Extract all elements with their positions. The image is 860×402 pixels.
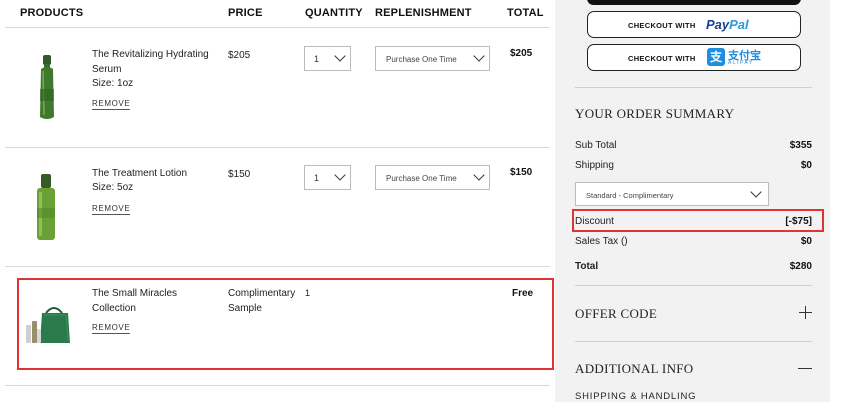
replenishment-select[interactable]: Purchase One Time (375, 165, 490, 190)
header-replenishment: REPLENISHMENT (375, 7, 472, 19)
product-size: Size: 1oz (92, 78, 134, 89)
shipping-handling-heading[interactable]: SHIPPING & HANDLING (575, 391, 696, 402)
divider (5, 27, 550, 28)
divider (575, 285, 812, 286)
minus-icon[interactable] (798, 368, 812, 370)
shipping-value: $0 (800, 160, 812, 171)
replenishment-select[interactable]: Purchase One Time (375, 46, 490, 71)
additional-info-title: ADDITIONAL INFO (575, 361, 694, 376)
sales-tax-value: $0 (800, 236, 812, 247)
header-total: TOTAL (507, 7, 544, 19)
divider (575, 87, 812, 88)
shipping-method-select[interactable]: Standard - Complimentary (575, 182, 769, 206)
total-label: Total (575, 261, 599, 272)
order-summary-title: YOUR ORDER SUMMARY (575, 106, 735, 121)
paypal-logo: PayPal (706, 17, 749, 32)
sales-tax-label: Sales Tax () (575, 236, 628, 247)
alipay-button-label: CHECKOUT WITH (628, 54, 696, 63)
replenishment-value: Purchase One Time (386, 174, 457, 183)
header-products: PRODUCTS (20, 7, 84, 19)
order-summary-panel: CHECKOUT WITH PayPal CHECKOUT WITH 支 支付宝… (555, 0, 830, 402)
header-price: PRICE (228, 7, 263, 19)
subtotal-value: $355 (789, 140, 812, 151)
alipay-checkout-button[interactable]: CHECKOUT WITH 支 支付宝 ALIPAY (587, 44, 801, 71)
divider (5, 147, 550, 148)
divider (5, 385, 550, 386)
paypal-button-label: CHECKOUT WITH (628, 21, 696, 30)
replenishment-value: Purchase One Time (386, 55, 457, 64)
chevron-down-icon (473, 50, 485, 62)
discount-highlight-box (572, 209, 824, 232)
divider (5, 266, 550, 267)
quantity-select[interactable]: 1 (304, 165, 351, 190)
shipping-method-value: Standard - Complimentary (586, 191, 674, 200)
offer-code-title: OFFER CODE (575, 306, 658, 321)
product-size: Size: 5oz (92, 182, 134, 193)
remove-button[interactable]: REMOVE (92, 204, 131, 215)
product-image-lotion (37, 174, 55, 240)
checkout-button[interactable] (587, 0, 801, 5)
paypal-checkout-button[interactable]: CHECKOUT WITH PayPal (587, 11, 801, 38)
chevron-down-icon (750, 186, 762, 198)
chevron-down-icon (473, 169, 485, 181)
quantity-select[interactable]: 1 (304, 46, 351, 71)
subtotal-label: Sub Total (575, 140, 617, 151)
item-total: $150 (510, 167, 533, 178)
product-price: $150 (228, 169, 251, 180)
chevron-down-icon (334, 50, 346, 62)
quantity-value: 1 (314, 173, 320, 183)
product-price: $205 (228, 50, 251, 61)
remove-button[interactable]: REMOVE (92, 99, 131, 110)
chevron-down-icon (334, 169, 346, 181)
header-quantity: QUANTITY (305, 7, 363, 19)
highlight-box (17, 278, 554, 370)
product-name[interactable]: The Treatment Lotion (92, 166, 217, 181)
plus-icon[interactable] (799, 306, 812, 319)
product-image-serum (40, 55, 54, 119)
quantity-value: 1 (314, 54, 320, 64)
shipping-label: Shipping (575, 160, 614, 171)
item-total: $205 (510, 48, 533, 59)
total-value: $280 (789, 261, 812, 272)
product-name[interactable]: The Revitalizing Hydrating Serum (92, 47, 217, 77)
page-margin (830, 0, 860, 402)
divider (575, 341, 812, 342)
